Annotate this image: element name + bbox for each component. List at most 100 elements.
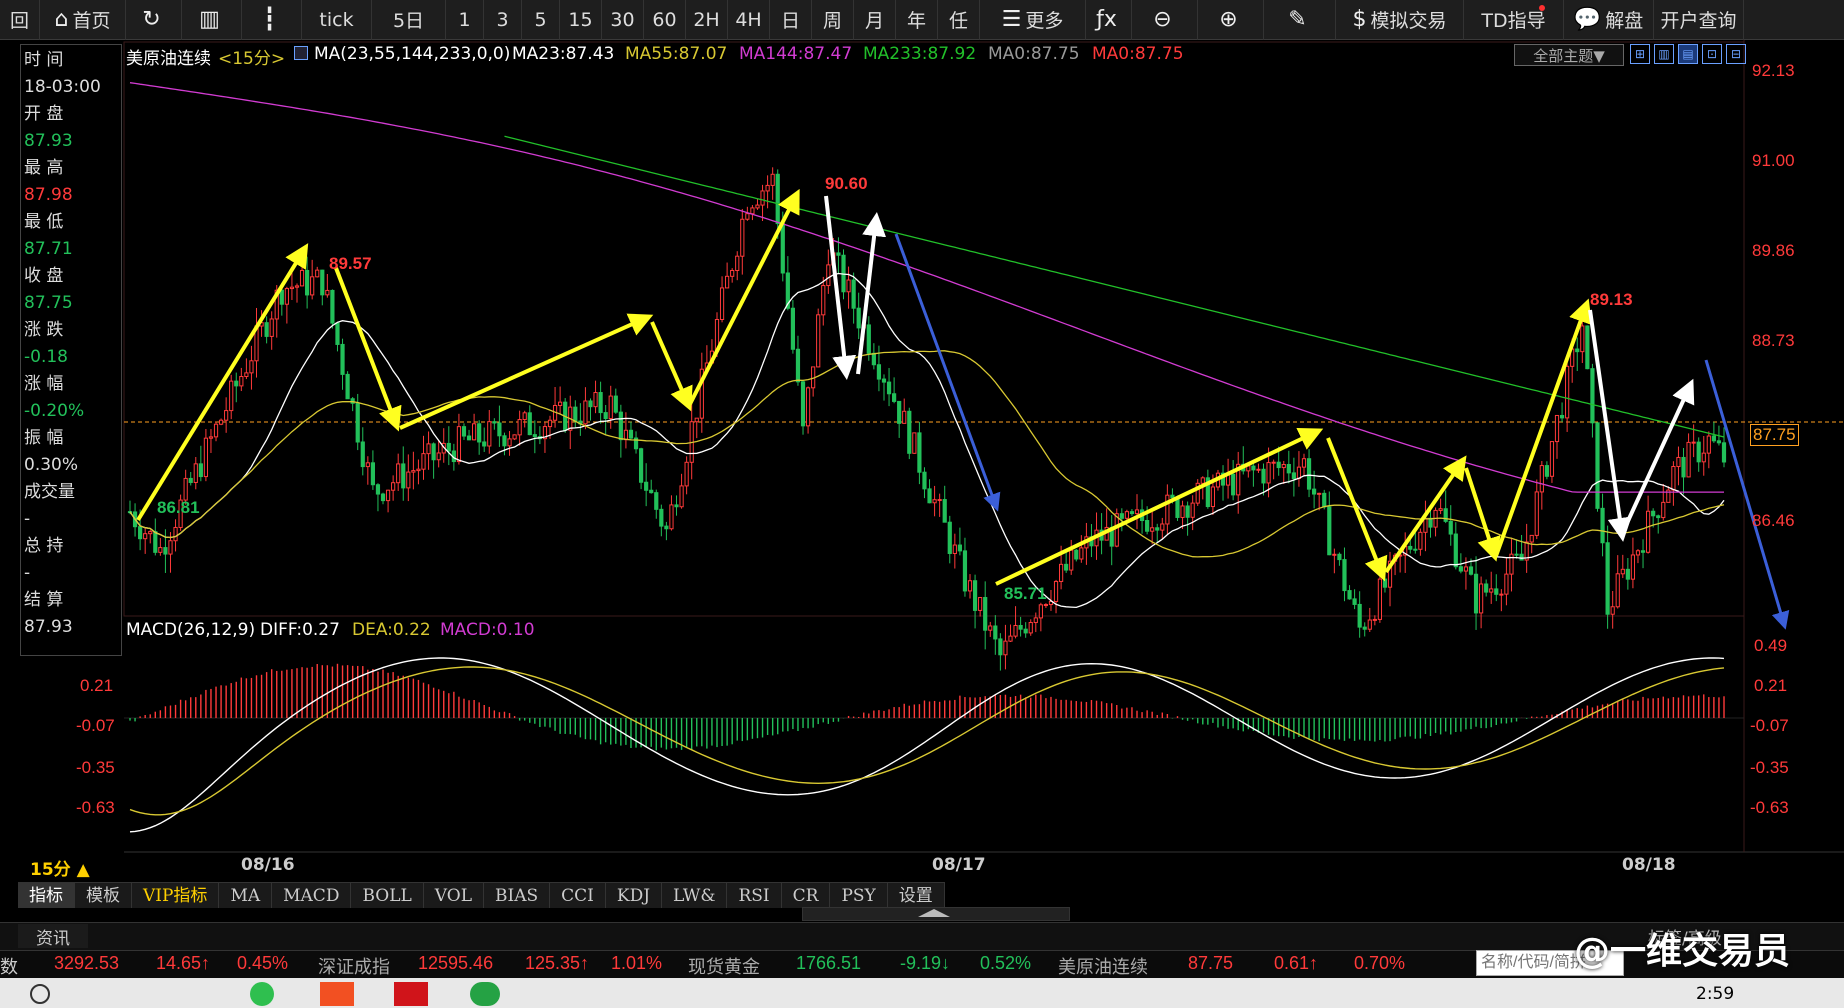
macd-right-tick-0: 0.49 xyxy=(1754,636,1788,655)
app-icon-red[interactable] xyxy=(394,982,428,1006)
layout-icon-1[interactable]: ⊞ xyxy=(1630,44,1650,64)
analysis-button[interactable]: 💬 解盘 xyxy=(1564,0,1654,40)
candle-body xyxy=(957,544,962,552)
indicator-tab-7[interactable]: BIAS xyxy=(484,883,551,908)
layout-icon-5[interactable]: ⊟ xyxy=(1726,44,1746,64)
app-icon-orange[interactable] xyxy=(320,982,354,1006)
kline-icon-button[interactable]: ▥ xyxy=(182,0,242,40)
quote-info-panel: 时 间 18-03:00 开 盘 87.93 最 高 87.98 最 低 87.… xyxy=(20,44,122,656)
period-selector-button[interactable]: 15分 ▲ xyxy=(30,855,114,880)
period-custom[interactable]: 任 xyxy=(938,0,980,40)
browser-app-icon[interactable] xyxy=(250,982,274,1006)
refresh-button[interactable]: ↻ xyxy=(126,0,182,40)
indicator-tab-10[interactable]: LW& xyxy=(662,883,728,908)
ticker-oil-pct: 0.70% xyxy=(1354,953,1406,973)
layout-icon-2[interactable]: ▥ xyxy=(1654,44,1674,64)
zoom-in-button[interactable]: ⊕ xyxy=(1198,0,1264,40)
period-tick[interactable]: tick xyxy=(302,0,372,40)
label-high-3: 89.13 xyxy=(1590,290,1633,309)
candle-body xyxy=(1367,619,1372,630)
layout-icon-4[interactable]: ⊡ xyxy=(1702,44,1722,64)
candle-body xyxy=(892,393,897,402)
period-4h[interactable]: 4H xyxy=(728,0,770,40)
candle-body xyxy=(1160,523,1165,531)
formula-button[interactable]: ƒx xyxy=(1086,0,1132,40)
home-button[interactable]: ⌂ 首页 xyxy=(40,0,126,40)
app-icon-green[interactable] xyxy=(470,982,500,1006)
td-guide-button[interactable]: TD指导 xyxy=(1464,0,1564,40)
indicator-tab-12[interactable]: CR xyxy=(782,883,831,908)
back-button[interactable]: 回 xyxy=(0,0,40,40)
swing-arrow-8 xyxy=(894,233,1001,512)
candle-body xyxy=(1079,547,1084,560)
candle-body xyxy=(1595,422,1600,509)
candle-body xyxy=(1458,566,1463,572)
candle-body xyxy=(664,525,669,530)
period-week[interactable]: 周 xyxy=(812,0,854,40)
open-label: 开 盘 xyxy=(24,104,64,124)
candle-body xyxy=(1473,573,1479,614)
period-year[interactable]: 年 xyxy=(896,0,938,40)
macd-dea: DEA:0.22 xyxy=(352,620,431,640)
period-60[interactable]: 60 xyxy=(644,0,686,40)
period-5day[interactable]: 5日 xyxy=(372,0,446,40)
indicator-tab-8[interactable]: CCI xyxy=(550,883,606,908)
ticker-gold-name[interactable]: 现货黄金 xyxy=(688,953,760,979)
ticker-sz-name[interactable]: 深证成指 xyxy=(318,953,390,979)
news-bar xyxy=(0,922,1844,950)
candle-body xyxy=(795,348,801,383)
taskbar-clock: 2:59 xyxy=(1696,984,1735,1004)
macd-diff: DIFF:0.27 xyxy=(260,620,340,640)
candle-icon-button[interactable]: ┇ xyxy=(242,0,302,40)
period-30[interactable]: 30 xyxy=(602,0,644,40)
draw-button[interactable]: ✎ xyxy=(1264,0,1336,40)
close-label: 收 盘 xyxy=(24,266,64,286)
candle-body xyxy=(1625,568,1630,580)
sim-trade-button-label: 模拟交易 xyxy=(1370,10,1447,32)
indicator-tab-4[interactable]: MACD xyxy=(272,883,352,908)
indicator-tab-14[interactable]: 设置 xyxy=(888,883,945,908)
candle-body xyxy=(1347,590,1352,600)
account-query-button[interactable]: 开户查询 xyxy=(1654,0,1744,40)
candle-body xyxy=(725,275,730,289)
period-month[interactable]: 月 xyxy=(854,0,896,40)
scroll-up-arrow-icon[interactable] xyxy=(918,909,950,917)
period-day[interactable]: 日 xyxy=(770,0,812,40)
candle-body xyxy=(1352,598,1357,605)
ticker-oil-name[interactable]: 美原油连续 xyxy=(1058,953,1148,979)
indicator-tab-5[interactable]: BOLL xyxy=(351,883,424,908)
zoom-out-button[interactable]: ⊖ xyxy=(1132,0,1198,40)
indicator-tab-9[interactable]: KDJ xyxy=(606,883,663,908)
news-tab[interactable]: 资讯 xyxy=(18,924,88,949)
candle-body xyxy=(583,400,588,425)
candle-body xyxy=(922,471,927,490)
indicator-tab-11[interactable]: RSI xyxy=(727,883,782,908)
candle-body xyxy=(1175,497,1180,518)
indicator-tab-2[interactable]: VIP指标 xyxy=(132,883,220,908)
period-3[interactable]: 3 xyxy=(484,0,522,40)
macd-params: MACD(26,12,9) xyxy=(126,620,256,640)
candle-body xyxy=(719,287,725,321)
period-2h[interactable]: 2H xyxy=(686,0,728,40)
period-label: <15分> xyxy=(218,49,286,69)
indicator-tab-1[interactable]: 模板 xyxy=(75,883,132,908)
search-icon[interactable] xyxy=(30,984,50,1004)
indicator-tab-3[interactable]: MA xyxy=(219,883,273,908)
chart-canvas[interactable] xyxy=(0,40,1844,860)
candle-body xyxy=(269,318,274,337)
sim-trade-button[interactable]: $ 模拟交易 xyxy=(1336,0,1464,40)
indicator-tab-13[interactable]: PSY xyxy=(830,883,888,908)
more-button[interactable]: ☰ 更多 xyxy=(980,0,1086,40)
period-1[interactable]: 1 xyxy=(446,0,484,40)
indicator-tab-6[interactable]: VOL xyxy=(424,883,484,908)
ma-settings-icon[interactable] xyxy=(294,46,308,60)
indicator-tab-0[interactable]: 指标 xyxy=(18,883,75,908)
candle-body xyxy=(239,375,244,387)
candle-body xyxy=(942,499,947,523)
candle-body xyxy=(1327,506,1332,556)
layout-icon-3[interactable]: ▤ xyxy=(1678,44,1698,64)
period-5[interactable]: 5 xyxy=(522,0,560,40)
theme-selector[interactable]: 全部主题▼ xyxy=(1514,44,1624,66)
candle-body xyxy=(401,463,406,489)
period-15[interactable]: 15 xyxy=(560,0,602,40)
